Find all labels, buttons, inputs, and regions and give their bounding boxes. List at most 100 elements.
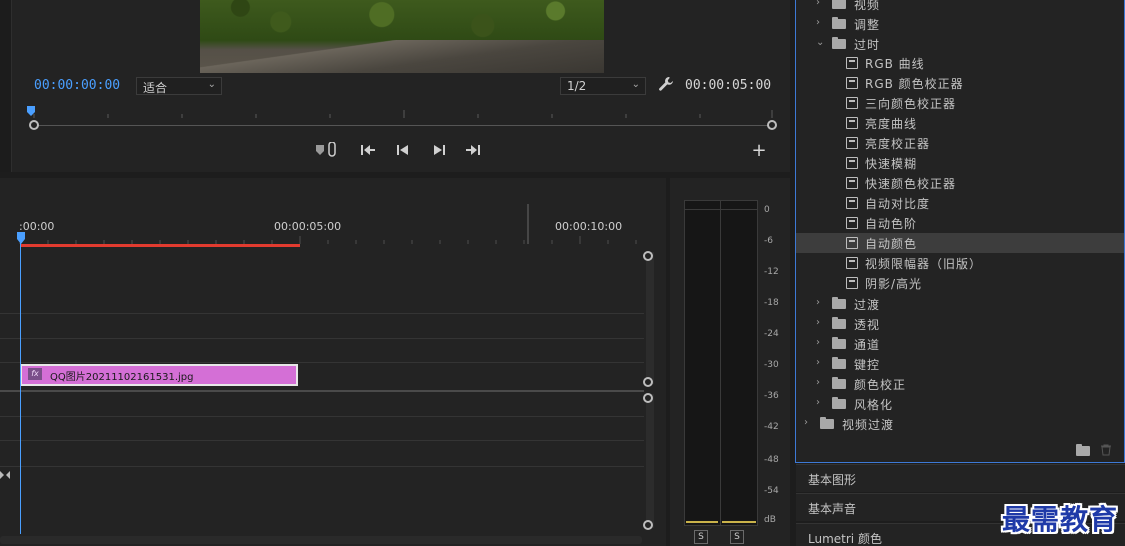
effects-folder-perspective[interactable]: › 透视 bbox=[796, 314, 1124, 334]
panel-title: 基本声音 bbox=[808, 502, 857, 516]
effect-preset-icon bbox=[846, 277, 858, 289]
effects-folder-stylize[interactable]: › 风格化 bbox=[796, 394, 1124, 414]
folder-label: 键控 bbox=[854, 358, 881, 372]
effect-label: RGB 颜色校正器 bbox=[865, 77, 964, 91]
db-label: -54 bbox=[764, 486, 779, 496]
solo-right-button[interactable]: S bbox=[730, 530, 744, 544]
chevron-down-icon[interactable]: ⌄ bbox=[816, 37, 824, 48]
effect-preset-icon bbox=[846, 217, 858, 229]
audio-scroll-handle-bottom[interactable] bbox=[643, 520, 653, 530]
chevron-right-icon[interactable]: › bbox=[816, 317, 820, 328]
folder-icon bbox=[832, 337, 846, 349]
current-timecode[interactable]: 00:00:00:00 bbox=[34, 78, 120, 93]
video-scroll-handle-bottom[interactable] bbox=[643, 377, 653, 387]
effects-folder-color-correction[interactable]: › 颜色校正 bbox=[796, 374, 1124, 394]
track-divider bbox=[0, 362, 644, 363]
chevron-right-icon[interactable]: › bbox=[816, 357, 820, 368]
effect-item[interactable]: RGB 曲线 bbox=[796, 53, 1124, 73]
video-audio-divider[interactable] bbox=[0, 390, 644, 392]
chevron-right-icon[interactable]: › bbox=[816, 17, 820, 28]
effect-item[interactable]: 亮度校正器 bbox=[796, 133, 1124, 153]
audio-meter bbox=[684, 200, 758, 526]
effect-item[interactable]: 亮度曲线 bbox=[796, 113, 1124, 133]
db-label: -6 bbox=[764, 236, 773, 246]
folder-label: 通道 bbox=[854, 338, 881, 352]
folder-label: 调整 bbox=[854, 18, 881, 32]
effects-folder-adjust[interactable]: › 调整 bbox=[796, 14, 1124, 34]
monitor-playhead-icon[interactable] bbox=[27, 106, 35, 116]
monitor-scroll-handle-right[interactable] bbox=[767, 120, 777, 130]
effects-folder-video[interactable]: › 视频 bbox=[796, 0, 1124, 14]
folder-icon bbox=[832, 17, 846, 29]
audio-scroll-handle-top[interactable] bbox=[643, 393, 653, 403]
chevron-right-icon[interactable]: › bbox=[804, 417, 808, 428]
track-divider bbox=[0, 338, 644, 339]
solo-left-button[interactable]: S bbox=[694, 530, 708, 544]
chevron-right-icon[interactable]: › bbox=[816, 297, 820, 308]
db-label: -36 bbox=[764, 391, 779, 401]
essential-graphics-panel-tab[interactable]: 基本图形 bbox=[796, 464, 1125, 492]
work-area-bar[interactable] bbox=[20, 244, 300, 247]
chevron-right-icon[interactable]: › bbox=[816, 0, 820, 8]
db-label: 0 bbox=[764, 205, 770, 215]
effect-item[interactable]: 自动色阶 bbox=[796, 213, 1124, 233]
add-marker-button[interactable] bbox=[312, 140, 340, 160]
folder-label: 过时 bbox=[854, 38, 881, 52]
step-back-button[interactable] bbox=[392, 140, 414, 160]
timeline-clip[interactable]: fx QQ图片20211102161531.jpg bbox=[20, 364, 298, 386]
effect-item[interactable]: 阴影/高光 bbox=[796, 273, 1124, 293]
effect-preset-icon bbox=[846, 137, 858, 149]
trash-icon[interactable] bbox=[1100, 444, 1112, 456]
step-back-icon bbox=[397, 145, 408, 155]
effect-item-selected[interactable]: 自动颜色 bbox=[796, 233, 1124, 253]
watermark-logo: 最需教育 bbox=[1002, 503, 1119, 536]
button-editor-add-button[interactable]: + bbox=[748, 140, 770, 161]
effect-item[interactable]: 快速模糊 bbox=[796, 153, 1124, 173]
chevron-right-icon[interactable]: › bbox=[816, 377, 820, 388]
effects-folder-keying[interactable]: › 键控 bbox=[796, 354, 1124, 374]
timeline-horizontal-scrollbar[interactable] bbox=[0, 536, 642, 544]
audio-tracks-scrollbar[interactable] bbox=[646, 394, 654, 528]
zoom-level-select[interactable]: 适合 ⌄ bbox=[136, 77, 222, 95]
effect-label: 视频限幅器（旧版） bbox=[865, 257, 983, 271]
meter-peak-line bbox=[684, 209, 758, 210]
fx-badge-icon[interactable]: fx bbox=[28, 368, 42, 380]
new-bin-folder-icon[interactable] bbox=[1076, 444, 1090, 456]
chevron-right-icon[interactable]: › bbox=[816, 337, 820, 348]
wrench-icon[interactable] bbox=[658, 76, 674, 92]
chevron-right-icon[interactable]: › bbox=[816, 397, 820, 408]
effects-folder-video-transitions[interactable]: › 视频过渡 bbox=[796, 414, 1124, 434]
effects-folder-channel[interactable]: › 通道 bbox=[796, 334, 1124, 354]
effect-item[interactable]: 快速颜色校正器 bbox=[796, 173, 1124, 193]
video-tracks-scrollbar[interactable] bbox=[646, 252, 654, 384]
chevron-down-icon: ⌄ bbox=[207, 79, 216, 90]
effect-item[interactable]: 三向颜色校正器 bbox=[796, 93, 1124, 113]
step-forward-button[interactable] bbox=[428, 140, 450, 160]
folder-icon bbox=[832, 397, 846, 409]
ruler-label-5s: 00:00:05:00 bbox=[274, 220, 342, 233]
folder-icon bbox=[832, 317, 846, 329]
monitor-zoom-scrollbar[interactable] bbox=[34, 125, 772, 133]
go-to-in-button[interactable] bbox=[357, 140, 379, 160]
folder-icon bbox=[832, 357, 846, 369]
effect-item[interactable]: 自动对比度 bbox=[796, 193, 1124, 213]
timeline-playhead-icon[interactable] bbox=[17, 232, 25, 244]
timeline-playhead-line[interactable] bbox=[20, 234, 21, 534]
monitor-scroll-handle-left[interactable] bbox=[29, 120, 39, 130]
effect-item[interactable]: RGB 颜色校正器 bbox=[796, 73, 1124, 93]
clip-body: fx QQ图片20211102161531.jpg bbox=[22, 366, 296, 384]
video-scroll-handle-top[interactable] bbox=[643, 251, 653, 261]
effect-item[interactable]: 视频限幅器（旧版） bbox=[796, 253, 1124, 273]
go-to-out-button[interactable] bbox=[462, 140, 484, 160]
effect-preset-icon bbox=[846, 117, 858, 129]
effects-folder-transition[interactable]: › 过渡 bbox=[796, 294, 1124, 314]
monitor-time-ruler[interactable] bbox=[28, 106, 776, 118]
program-video-frame[interactable] bbox=[200, 0, 604, 73]
track-expand-icon[interactable] bbox=[0, 470, 10, 480]
folder-icon bbox=[832, 297, 846, 309]
go-to-out-icon bbox=[466, 145, 480, 155]
playback-resolution-select[interactable]: 1/2 ⌄ bbox=[560, 77, 646, 95]
folder-label: 风格化 bbox=[854, 398, 894, 412]
db-label: -42 bbox=[764, 422, 779, 432]
effects-folder-obsolete[interactable]: ⌄ 过时 bbox=[796, 34, 1124, 54]
